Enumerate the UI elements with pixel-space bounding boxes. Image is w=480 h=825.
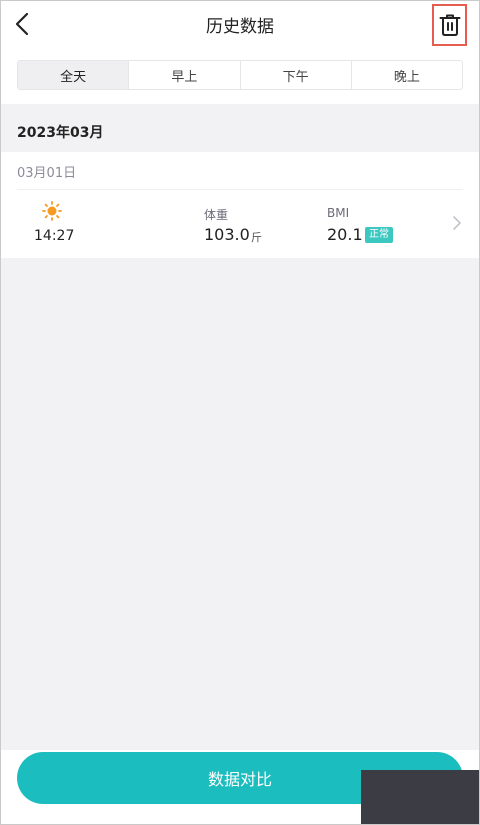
tab-evening[interactable]: 晚上 [350, 61, 462, 89]
month-section-header: 2023年03月 [0, 104, 480, 152]
day-label: 03月01日 [17, 166, 77, 181]
weight-value: 103.0 [204, 225, 250, 244]
dark-overlay [361, 770, 480, 825]
time-filter-bar: 全天 早上 下午 晚上 [0, 48, 480, 104]
time-filter-tabs: 全天 早上 下午 晚上 [17, 60, 463, 90]
tab-afternoon[interactable]: 下午 [239, 61, 351, 89]
sun-icon [42, 201, 62, 221]
page-title: 历史数据 [206, 17, 274, 37]
list-item[interactable]: 14:27 体重 103.0 斤 BMI 20.1 正常 [0, 190, 480, 258]
status-badge: 正常 [365, 227, 393, 243]
delete-button[interactable] [432, 4, 467, 46]
bmi-label: BMI [327, 206, 350, 220]
weight-unit: 斤 [251, 231, 262, 244]
trash-icon [439, 14, 460, 36]
weight-label: 体重 [204, 208, 229, 222]
month-label: 2023年03月 [17, 125, 104, 141]
top-bar: 历史数据 [0, 0, 480, 48]
bmi-value: 20.1 [327, 225, 363, 244]
record-time: 14:27 [34, 228, 75, 244]
tab-morning[interactable]: 早上 [128, 61, 239, 89]
chevron-right-icon [453, 216, 461, 230]
day-card: 03月01日 14:27 体重 103.0 斤 BMI 20.1 正常 [0, 152, 480, 258]
tab-all-day[interactable]: 全天 [18, 61, 129, 89]
